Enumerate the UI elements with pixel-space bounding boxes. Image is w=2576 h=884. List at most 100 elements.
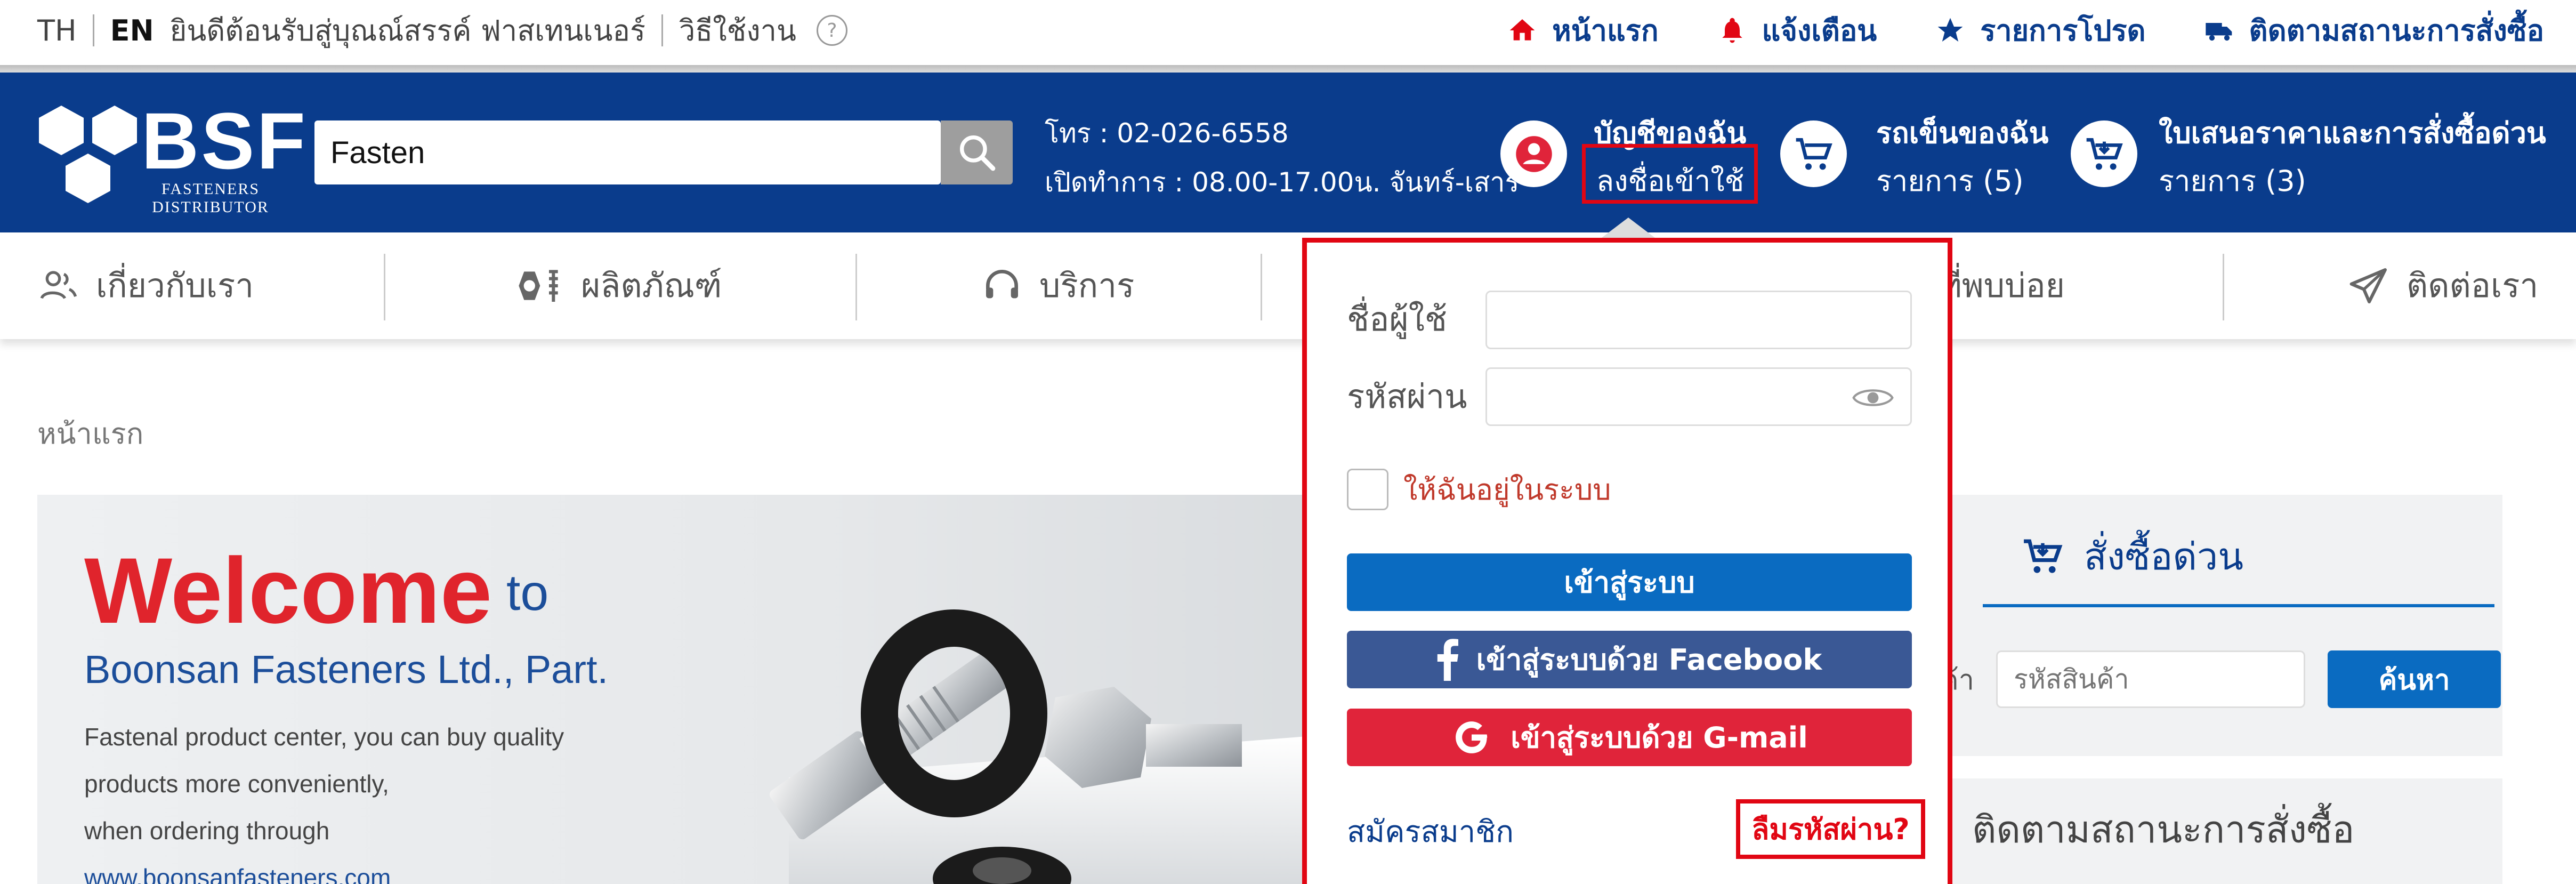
hexagon-logo-icon bbox=[39, 106, 137, 203]
gmail-button-label: เข้าสู่ระบบด้วย G-mail bbox=[1511, 721, 1808, 754]
password-label: รหัสผ่าน bbox=[1347, 377, 1467, 416]
search-button[interactable] bbox=[941, 120, 1013, 184]
quick-order-title: สั่งซื้อด่วน bbox=[2020, 527, 2243, 586]
lang-en[interactable]: EN bbox=[110, 14, 154, 47]
help-icon[interactable]: ? bbox=[816, 15, 847, 46]
contact-info: โทร : 02-026-6558 เปิดทำการ : 08.00-17.0… bbox=[1045, 109, 1519, 207]
star-icon bbox=[1937, 18, 1963, 42]
topbar-link-favorites[interactable]: รายการโปรด bbox=[1935, 7, 2146, 53]
banner-line: products more conveniently, bbox=[84, 770, 389, 798]
username-label: ชื่อผู้ใช้ bbox=[1347, 300, 1447, 339]
banner-welcome: Welcome bbox=[84, 539, 492, 643]
nav-services[interactable]: บริการ bbox=[981, 232, 1134, 339]
quote-title: ใบเสนอราคาและการสั่งซื้อด่วน bbox=[2159, 116, 2546, 150]
logo-tagline: FASTENERS DISTRIBUTOR bbox=[144, 180, 277, 216]
cart-icon bbox=[1780, 120, 1847, 187]
topbar-link-track-order[interactable]: ติดตามสถานะการสั่งซื้อ bbox=[2204, 7, 2544, 53]
nav-about[interactable]: เกี่ยวกับเรา bbox=[37, 232, 254, 339]
bsf-logo[interactable]: BSF FASTENERS DISTRIBUTOR bbox=[35, 95, 305, 216]
banner-body: Fastenal product center, you can buy qua… bbox=[84, 713, 564, 884]
track-order-title[interactable]: ติดตามสถานะการสั่งซื้อ bbox=[1972, 800, 2354, 859]
topbar-link-notifications[interactable]: แจ้งเตือน bbox=[1717, 7, 1877, 53]
eye-icon[interactable] bbox=[1852, 384, 1894, 412]
track-order-panel: ติดตามสถานะการสั่งซื้อ bbox=[1940, 778, 2502, 884]
quick-order-panel: สั่งซื้อด่วน ค้า ค้นหา bbox=[1940, 495, 2502, 756]
topbar-link-label: รายการโปรด bbox=[1980, 14, 2146, 47]
nav-contact[interactable]: ติดต่อเรา bbox=[2348, 232, 2538, 339]
cart-block[interactable]: รถเข็นของฉัน รายการ (5) bbox=[1780, 105, 2063, 200]
nav-divider bbox=[2223, 254, 2224, 320]
welcome-text: ยินดีต้อนรับสู่บุณณ์สรรค์ ฟาสเทนเนอร์ bbox=[169, 14, 645, 47]
topbar-link-label: แจ้งเตือน bbox=[1762, 14, 1877, 47]
main-nav: เกี่ยวกับเรา ผลิตภัณฑ์ บริการ ที่พบบ่อย … bbox=[0, 232, 2576, 339]
topbar-link-label: ติดตามสถานะการสั่งซื้อ bbox=[2249, 14, 2544, 47]
search-icon bbox=[959, 135, 995, 171]
topbar-link-home[interactable]: หน้าแรก bbox=[1507, 7, 1659, 53]
nut-bolt-icon bbox=[519, 270, 558, 302]
search-input[interactable] bbox=[330, 120, 917, 184]
opening-hours: เปิดทำการ : 08.00-17.00น. จันทร์-เสาร์ bbox=[1045, 167, 1520, 198]
hero-banner[interactable]: Welcome to Boonsan Fasteners Ltd., Part.… bbox=[37, 495, 1327, 884]
headset-icon bbox=[986, 270, 1018, 299]
password-input[interactable] bbox=[1487, 369, 1910, 424]
product-code-input[interactable] bbox=[1996, 650, 2305, 708]
top-utility-bar: TH EN ยินดีต้อนรับสู่บุณณ์สรรค์ ฟาสเทนเน… bbox=[0, 0, 2576, 65]
facebook-icon bbox=[1437, 639, 1458, 681]
quote-count: รายการ (3) bbox=[2159, 164, 2306, 198]
forgot-password-link[interactable]: ลืมรหัสผ่าน? bbox=[1736, 799, 1925, 859]
breadcrumb[interactable]: หน้าแรก bbox=[37, 411, 143, 456]
cart-title: รถเข็นของฉัน bbox=[1876, 116, 2049, 150]
logo-wordmark: BSF bbox=[141, 96, 308, 186]
nav-divider bbox=[855, 254, 857, 320]
login-popup: ชื่อผู้ใช้ รหัสผ่าน ให้ฉันอยู่ในระบบ เข้… bbox=[1302, 238, 1952, 884]
nav-label: บริการ bbox=[1039, 266, 1135, 305]
facebook-button-label: เข้าสู่ระบบด้วย Facebook bbox=[1476, 643, 1822, 677]
popup-caret bbox=[1602, 218, 1655, 238]
divider bbox=[92, 14, 94, 46]
quick-order-title-text: สั่งซื้อด่วน bbox=[2084, 535, 2244, 578]
nav-divider bbox=[384, 254, 385, 320]
logo-tagline-2: DISTRIBUTOR bbox=[152, 198, 269, 216]
banner-company: Boonsan Fasteners Ltd., Part. bbox=[84, 647, 609, 692]
remember-checkbox[interactable] bbox=[1347, 469, 1388, 510]
login-link-highlight bbox=[1582, 144, 1758, 204]
topbar-link-label: หน้าแรก bbox=[1552, 14, 1659, 47]
gmail-login-button[interactable]: เข้าสู่ระบบด้วย G-mail bbox=[1347, 709, 1912, 766]
lang-th[interactable]: TH bbox=[37, 14, 77, 47]
howto-link[interactable]: วิธีใช้งาน bbox=[679, 7, 796, 53]
username-input[interactable] bbox=[1487, 292, 1910, 348]
nav-products[interactable]: ผลิตภัณฑ์ bbox=[512, 232, 722, 339]
quick-search-button[interactable]: ค้นหา bbox=[2328, 650, 2501, 708]
topbar-divider bbox=[0, 65, 2576, 73]
nav-divider bbox=[1261, 254, 1262, 320]
banner-line: Fastenal product center, you can buy qua… bbox=[84, 723, 564, 751]
facebook-login-button[interactable]: เข้าสู่ระบบด้วย Facebook bbox=[1347, 631, 1912, 688]
topbar-left: TH EN ยินดีต้อนรับสู่บุณณ์สรรค์ ฟาสเทนเน… bbox=[37, 12, 847, 49]
fastener-products-image bbox=[769, 609, 1327, 884]
remember-me[interactable]: ให้ฉันอยู่ในระบบ bbox=[1347, 467, 1611, 512]
nav-faq[interactable]: ที่พบบ่อย bbox=[1940, 232, 2065, 339]
nav-label: เกี่ยวกับเรา bbox=[96, 266, 254, 305]
nav-label: ติดต่อเรา bbox=[2407, 266, 2539, 305]
register-link[interactable]: สมัครสมาชิก bbox=[1347, 808, 1514, 855]
phone-number: โทร : 02-026-6558 bbox=[1045, 118, 1289, 149]
login-button[interactable]: เข้าสู่ระบบ bbox=[1347, 553, 1912, 611]
bell-icon bbox=[1722, 18, 1742, 43]
quote-block[interactable]: ใบเสนอราคาและการสั่งซื้อด่วน รายการ (3) bbox=[2071, 105, 2550, 200]
login-button-label: เข้าสู่ระบบ bbox=[1564, 566, 1695, 599]
quick-cart-icon bbox=[2071, 120, 2137, 187]
site-header: BSF FASTENERS DISTRIBUTOR โทร : 02-026-6… bbox=[0, 73, 2576, 232]
people-icon bbox=[40, 271, 77, 300]
user-icon bbox=[1500, 120, 1567, 187]
home-icon bbox=[1509, 19, 1535, 41]
divider bbox=[661, 14, 663, 46]
banner-url: www.boonsanfasteners.com bbox=[84, 864, 391, 884]
quick-order-underline bbox=[1983, 604, 2494, 607]
nav-label: ที่พบบ่อย bbox=[1940, 266, 2065, 305]
topbar-links: หน้าแรก แจ้งเตือน รายการโปรด ติดตามสถานะ… bbox=[1507, 12, 2544, 49]
banner-line: when ordering through bbox=[84, 817, 330, 845]
cart-count: รายการ (5) bbox=[1876, 164, 2024, 198]
quick-cart-icon bbox=[2024, 539, 2063, 573]
password-field-box bbox=[1485, 367, 1912, 426]
remember-label: ให้ฉันอยู่ในระบบ bbox=[1403, 473, 1611, 507]
